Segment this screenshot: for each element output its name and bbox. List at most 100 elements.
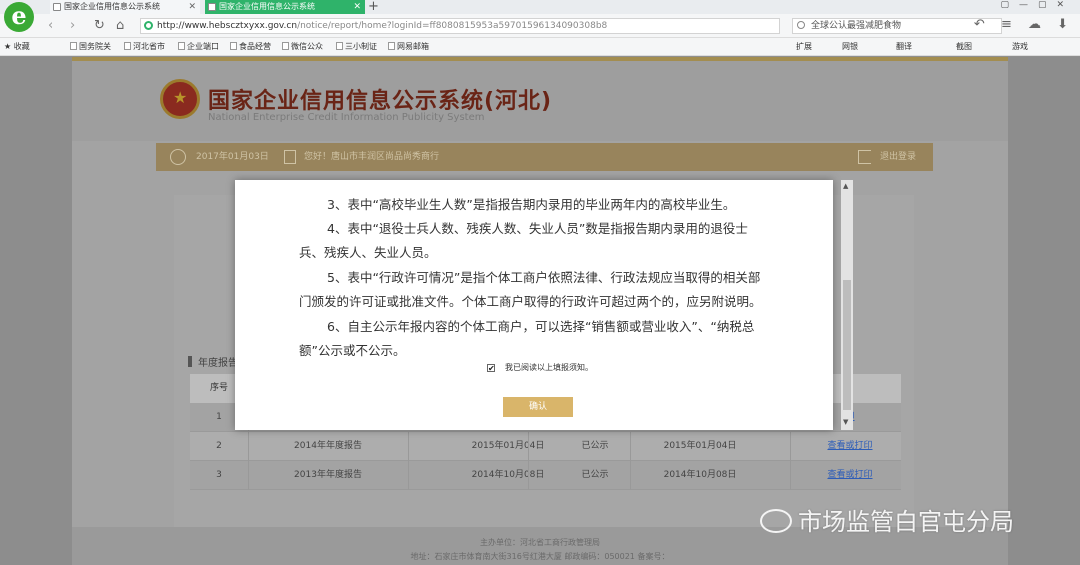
- home-icon[interactable]: ⌂: [116, 18, 124, 33]
- bookmarks-bar: ★ 收藏 国务院关 河北省市 企业端口 食品经营 微信公众 三小制证 网易邮箱 …: [0, 38, 1080, 56]
- close-icon[interactable]: ✕: [353, 0, 361, 14]
- bookmark-item[interactable]: 国务院关: [70, 38, 111, 56]
- bookmark-label: 食品经营: [239, 42, 271, 51]
- window-controls[interactable]: ▢—▢✕: [1000, 0, 1074, 10]
- agree-checkbox-label[interactable]: 我已阅读以上填报须知。: [505, 362, 593, 373]
- new-tab-button[interactable]: +: [368, 0, 379, 14]
- toolbar-icons[interactable]: ↶ ≡ ☁ ⬇: [974, 17, 1074, 32]
- refresh-icon[interactable]: ↻: [94, 18, 105, 33]
- logout-icon[interactable]: [858, 150, 871, 164]
- view-print-link[interactable]: 查看或打印: [800, 461, 900, 490]
- report-name: 2014年年度报告: [294, 441, 362, 451]
- notice-line: 4、表中“退役士兵人数、残疾人数、失业人员”数是指报告期内录用的退役士: [327, 221, 748, 236]
- bookmark-item[interactable]: 网易邮箱: [388, 38, 429, 56]
- table-row: 3 2013年年度报告 2014年10月08日 已公示 2014年10月08日 …: [190, 461, 901, 490]
- column-divider: [790, 461, 791, 490]
- watermark-text: 市场监管白官屯分局: [798, 508, 1014, 536]
- column-divider: [630, 461, 631, 490]
- toolbar-item[interactable]: 游戏: [1012, 38, 1028, 56]
- browser-tab-bar: 国家企业信用信息公示系统 ✕ 国家企业信用信息公示系统 ✕ + ▢—▢✕: [0, 0, 1080, 14]
- current-date: 2017年01月03日: [196, 152, 269, 162]
- page-icon: [208, 3, 216, 11]
- footer-sponsor: 主办单位：河北省工商行政管理局: [480, 538, 600, 547]
- toolbar-item[interactable]: 扩展: [796, 38, 812, 56]
- toolbar-item[interactable]: 网银: [842, 38, 858, 56]
- notice-line: 兵、残疾人、失业人员。: [299, 245, 437, 260]
- url-input[interactable]: http://www.hebscztxyxx.gov.cn/notice/rep…: [140, 18, 780, 34]
- status: 已公示: [581, 470, 609, 480]
- notice-line: 6、自主公示年报内容的个体工商户，可以选择“销售额或营业收入”、“纳税总: [327, 319, 755, 334]
- browser-tab-1[interactable]: 国家企业信用信息公示系统 ✕: [50, 0, 200, 14]
- notice-line: 3、表中“高校毕业生人数”是指报告期内录用的毕业两年内的高校毕业生。: [327, 197, 736, 212]
- confirm-button[interactable]: 确认: [503, 397, 573, 417]
- tab-label: 国家企业信用信息公示系统: [64, 2, 160, 11]
- section-marker: [188, 356, 192, 367]
- scrollbar-thumb[interactable]: [843, 280, 851, 410]
- publish-date: 2014年10月08日: [663, 470, 737, 480]
- document-icon: [284, 150, 296, 164]
- browser-tab-2[interactable]: 国家企业信用信息公示系统 ✕: [205, 0, 365, 14]
- bookmark-label: 收藏: [13, 42, 30, 51]
- section-title-text: 年度报告: [198, 358, 238, 369]
- footer-address: 地址：石家庄市体育南大街316号红港大厦 邮政编码：050021 备案号：: [410, 552, 670, 561]
- dialog-scrollbar[interactable]: ▲ ▼: [841, 180, 853, 430]
- search-text: 全球公认最强减肥食物: [811, 21, 902, 31]
- filing-notice-dialog: 3、表中“高校毕业生人数”是指报告期内录用的毕业两年内的高校毕业生。 4、表中“…: [235, 180, 833, 430]
- browser-logo-icon[interactable]: e: [4, 2, 34, 32]
- row-no: 3: [216, 470, 222, 480]
- bookmark-item[interactable]: 食品经营: [230, 38, 271, 56]
- site-subtitle: National Enterprise Credit Information P…: [208, 112, 485, 123]
- toolbar-label: 截图: [956, 42, 972, 51]
- bookmark-label: 微信公众: [291, 42, 323, 51]
- toolbar-label: 翻译: [896, 42, 912, 51]
- notice-line: 5、表中“行政许可情况”是指个体工商户依照法律、行政法规应当取得的相关部: [327, 270, 761, 285]
- bookmark-label: 国务院关: [79, 42, 111, 51]
- column-divider: [528, 461, 529, 490]
- scroll-up-icon[interactable]: ▲: [843, 182, 848, 190]
- watermark: 市场监管白官屯分局: [760, 502, 1014, 537]
- column-divider: [528, 432, 529, 461]
- address-bar: ‹ › ↻ ⌂ http://www.hebscztxyxx.gov.cn/no…: [0, 14, 1080, 38]
- business-name: 您好！唐山市丰润区尚品尚秀商行: [304, 152, 440, 162]
- page-icon: [53, 3, 61, 11]
- notice-line: 门颁发的许可证或批准文件。个体工商户取得的行政许可超过两个的，应另附说明。: [299, 294, 762, 309]
- back-icon[interactable]: ‹: [48, 18, 53, 33]
- row-no: 2: [216, 441, 222, 451]
- agree-checkbox[interactable]: ✔: [487, 364, 495, 373]
- site-header: 国家企业信用信息公示系统(河北) National Enterprise Cre…: [72, 61, 1008, 141]
- section-title: 年度报告: [188, 354, 238, 369]
- url-domain: http://www.hebscztxyxx.gov.cn: [157, 21, 298, 31]
- scroll-down-icon[interactable]: ▼: [843, 418, 848, 426]
- bookmark-item[interactable]: 微信公众: [282, 38, 323, 56]
- notice-line: 额”公示或不公示。: [299, 343, 406, 358]
- view-print-link[interactable]: 查看或打印: [800, 432, 900, 461]
- bookmark-item[interactable]: ★ 收藏: [4, 38, 30, 56]
- forward-icon[interactable]: ›: [70, 18, 75, 33]
- bookmark-item[interactable]: 河北省市: [124, 38, 165, 56]
- clock-icon: [170, 149, 186, 165]
- search-input[interactable]: 全球公认最强减肥食物: [792, 18, 1002, 34]
- toolbar-label: 扩展: [796, 42, 812, 51]
- close-icon[interactable]: ✕: [188, 0, 196, 14]
- bookmark-label: 网易邮箱: [397, 42, 429, 51]
- bookmark-item[interactable]: 企业端口: [178, 38, 219, 56]
- toolbar-item[interactable]: 翻译: [896, 38, 912, 56]
- status: 已公示: [581, 441, 609, 451]
- bookmark-label: 三小制证: [345, 42, 377, 51]
- toolbar-item[interactable]: 截图: [956, 38, 972, 56]
- user-info-bar: 2017年01月03日 您好！唐山市丰润区尚品尚秀商行 退出登录: [156, 143, 933, 171]
- bookmark-label: 企业端口: [187, 42, 219, 51]
- site-title: 国家企业信用信息公示系统(河北): [208, 89, 553, 114]
- security-icon: [144, 21, 153, 30]
- column-divider: [790, 432, 791, 461]
- bookmark-label: 河北省市: [133, 42, 165, 51]
- bookmark-item[interactable]: 三小制证: [336, 38, 377, 56]
- report-name: 2013年年度报告: [294, 470, 362, 480]
- national-emblem-icon: [160, 79, 200, 119]
- logout-link[interactable]: 退出登录: [880, 143, 916, 171]
- wechat-icon: [760, 509, 792, 533]
- publish-date: 2015年01月04日: [663, 441, 737, 451]
- tab-label: 国家企业信用信息公示系统: [219, 2, 315, 11]
- table-row: 2 2014年年度报告 2015年01月04日 已公示 2015年01月04日 …: [190, 432, 901, 461]
- column-divider: [630, 432, 631, 461]
